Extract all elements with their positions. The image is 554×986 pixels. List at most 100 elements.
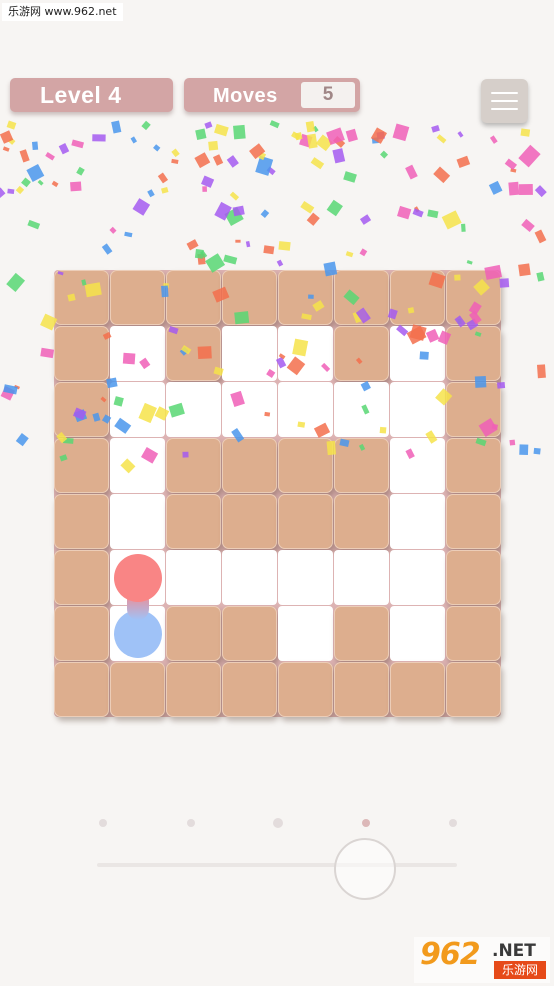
confetti-piece (19, 149, 30, 163)
confetti-piece (310, 157, 325, 170)
floor-tile (390, 438, 445, 493)
slider-knob[interactable] (334, 838, 396, 900)
confetti-piece (157, 172, 169, 184)
logo-number: 962 (420, 937, 481, 972)
moves-value: 5 (301, 82, 355, 108)
confetti-piece (195, 128, 207, 141)
confetti-piece (212, 154, 224, 166)
confetti-piece (233, 124, 246, 140)
confetti-piece (130, 136, 138, 144)
confetti-piece (276, 259, 284, 267)
confetti-piece (263, 245, 275, 255)
wall-tile (334, 270, 389, 325)
menu-icon-line (491, 92, 518, 94)
confetti-piece (436, 134, 447, 144)
wall-tile (446, 662, 501, 717)
wall-tile (278, 662, 333, 717)
confetti-piece (31, 141, 39, 151)
confetti-piece (359, 214, 372, 225)
red-ball[interactable] (114, 554, 162, 602)
confetti-piece (15, 185, 25, 195)
confetti-piece (457, 131, 464, 138)
confetti-piece (161, 186, 169, 194)
confetti-piece (397, 205, 412, 220)
confetti-piece (518, 144, 541, 168)
confetti-piece (70, 181, 82, 192)
confetti-piece (508, 181, 520, 196)
confetti-piece (345, 251, 354, 258)
wall-tile (166, 606, 221, 661)
confetti-piece (300, 200, 315, 214)
confetti-piece (26, 163, 45, 182)
confetti-piece (488, 180, 503, 195)
wall-tile (166, 326, 221, 381)
confetti-piece (370, 127, 387, 144)
confetti-piece (27, 219, 41, 230)
wall-tile (222, 494, 277, 549)
floor-tile (222, 382, 277, 437)
confetti-piece (461, 223, 466, 232)
floor-tile (334, 382, 389, 437)
wall-tile (446, 494, 501, 549)
wall-tile (110, 270, 165, 325)
level-label: Level 4 (40, 82, 122, 108)
confetti-piece (235, 239, 241, 243)
confetti-piece (520, 128, 531, 137)
confetti-piece (171, 148, 180, 158)
confetti-piece (441, 210, 462, 230)
confetti-piece (332, 148, 346, 164)
floor-tile (278, 550, 333, 605)
confetti-piece (509, 439, 516, 446)
level-dot (273, 818, 283, 828)
confetti-piece (255, 155, 274, 176)
confetti-piece (6, 120, 17, 130)
confetti-piece (269, 120, 280, 129)
wall-tile (166, 494, 221, 549)
confetti-piece (489, 135, 498, 144)
wall-tile (390, 270, 445, 325)
wall-tile (334, 326, 389, 381)
confetti-piece (0, 130, 14, 144)
confetti-piece (345, 128, 358, 143)
confetti-piece (101, 243, 113, 255)
floor-tile (110, 326, 165, 381)
confetti-piece (305, 120, 316, 133)
confetti-piece (519, 444, 529, 456)
wall-tile (54, 382, 109, 437)
confetti-piece (224, 207, 244, 227)
slider-track[interactable] (97, 863, 457, 867)
floor-tile (166, 550, 221, 605)
logo-sub: 乐游网 (494, 961, 546, 979)
confetti-piece (249, 143, 266, 160)
confetti-piece (214, 201, 232, 221)
floor-tile (278, 382, 333, 437)
confetti-piece (291, 131, 301, 140)
confetti-piece (294, 132, 303, 141)
confetti-piece (533, 447, 541, 455)
confetti-piece (132, 198, 151, 216)
wall-tile (222, 662, 277, 717)
floor-tile (390, 494, 445, 549)
confetti-piece (2, 146, 10, 152)
wall-tile (446, 438, 501, 493)
wall-tile (334, 494, 389, 549)
floor-tile (390, 326, 445, 381)
wall-tile (446, 550, 501, 605)
confetti-piece (456, 155, 471, 169)
menu-button[interactable] (481, 79, 528, 123)
floor-tile (222, 326, 277, 381)
confetti-piece (333, 136, 346, 148)
game-board[interactable] (54, 270, 501, 717)
confetti-piece (412, 208, 424, 218)
confetti-piece (229, 191, 240, 201)
confetti-piece (92, 134, 106, 142)
confetti-piece (37, 179, 44, 186)
wall-tile (54, 326, 109, 381)
confetti-piece (433, 166, 451, 184)
confetti-piece (21, 177, 31, 188)
confetti-piece (504, 158, 518, 171)
menu-icon-line (491, 108, 518, 110)
confetti-piece (315, 134, 333, 152)
confetti-piece (0, 386, 16, 401)
confetti-piece (141, 120, 151, 131)
